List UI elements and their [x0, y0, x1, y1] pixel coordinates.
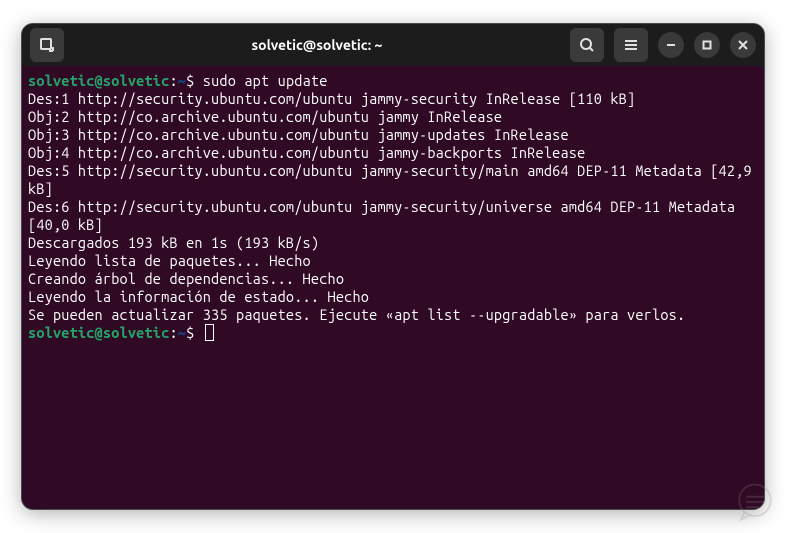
output-line: Des:6 http://security.ubuntu.com/ubuntu …	[28, 198, 758, 234]
close-button[interactable]	[730, 32, 756, 58]
watermark	[734, 481, 776, 523]
search-button[interactable]	[570, 28, 604, 62]
command-text: sudo apt update	[203, 72, 328, 89]
new-tab-icon	[39, 37, 55, 53]
output-line: Obj:4 http://co.archive.ubuntu.com/ubunt…	[28, 144, 758, 162]
prompt-path: ~	[178, 72, 186, 89]
window-title: solvetic@solvetic: ~	[72, 37, 562, 53]
minimize-icon	[666, 40, 676, 50]
output-line: Obj:2 http://co.archive.ubuntu.com/ubunt…	[28, 108, 758, 126]
titlebar: solvetic@solvetic: ~	[22, 24, 764, 66]
prompt-path: ~	[178, 324, 186, 341]
maximize-icon	[702, 40, 712, 50]
prompt-colon: :	[169, 324, 177, 341]
menu-button[interactable]	[614, 28, 648, 62]
search-icon	[579, 37, 595, 53]
titlebar-right	[570, 28, 756, 62]
output-line: Des:1 http://security.ubuntu.com/ubuntu …	[28, 90, 758, 108]
maximize-button[interactable]	[694, 32, 720, 58]
terminal-content[interactable]: solvetic@solvetic:~$ sudo apt update Des…	[22, 66, 764, 348]
prompt-line-2: solvetic@solvetic:~$	[28, 324, 758, 342]
prompt-dollar: $	[186, 324, 194, 341]
prompt-dollar: $	[186, 72, 194, 89]
prompt-colon: :	[169, 72, 177, 89]
output-line: Leyendo la información de estado... Hech…	[28, 288, 758, 306]
output-line: Se pueden actualizar 335 paquetes. Ejecu…	[28, 306, 758, 324]
cursor	[205, 324, 214, 341]
minimize-button[interactable]	[658, 32, 684, 58]
terminal-window: solvetic@solvetic: ~	[21, 23, 765, 510]
new-tab-button[interactable]	[30, 28, 64, 62]
output-line: Des:5 http://security.ubuntu.com/ubuntu …	[28, 162, 758, 198]
chat-bubble-icon	[734, 481, 776, 523]
output-line: Leyendo lista de paquetes... Hecho	[28, 252, 758, 270]
prompt-user: solvetic@solvetic	[28, 324, 169, 341]
hamburger-icon	[623, 37, 639, 53]
output-line: Descargados 193 kB en 1s (193 kB/s)	[28, 234, 758, 252]
prompt-line-1: solvetic@solvetic:~$ sudo apt update	[28, 72, 758, 90]
output-line: Creando árbol de dependencias... Hecho	[28, 270, 758, 288]
output-line: Obj:3 http://co.archive.ubuntu.com/ubunt…	[28, 126, 758, 144]
prompt-user: solvetic@solvetic	[28, 72, 169, 89]
titlebar-left	[30, 28, 64, 62]
close-icon	[738, 40, 748, 50]
